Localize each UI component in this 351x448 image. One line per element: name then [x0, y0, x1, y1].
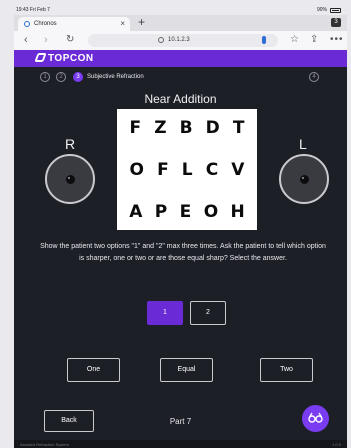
bookmark-star-icon[interactable]: ☆: [290, 34, 299, 45]
status-right: 90%: [317, 7, 341, 13]
left-eye-occluder[interactable]: [279, 154, 329, 204]
site-info-icon: [158, 37, 164, 43]
answer-two-button[interactable]: Two: [260, 358, 313, 382]
footer-system-name: Assisted Refraction System: [20, 442, 69, 447]
tab-count-badge[interactable]: 3: [331, 18, 341, 27]
right-eye-occluder[interactable]: [45, 154, 95, 204]
battery-icon: [330, 7, 341, 13]
chart-letter: A: [129, 202, 143, 222]
left-eye-label: L: [299, 136, 307, 152]
right-eye-label: R: [65, 136, 76, 152]
step-progress: 1 2 3 Subjective Refraction 4: [40, 72, 330, 84]
app-header: TOPCON: [14, 50, 347, 67]
back-arrow-icon[interactable]: ‹: [24, 34, 28, 46]
glasses-action-button[interactable]: [302, 405, 329, 432]
chart-letter: P: [154, 202, 168, 222]
app-footer: Assisted Refraction System 1.0.0: [14, 440, 347, 448]
forward-arrow-icon[interactable]: ›: [44, 34, 48, 46]
brand-name: TOPCON: [48, 53, 94, 64]
browser-tab-strip: Chronos × + 3: [14, 15, 347, 31]
browser-tab[interactable]: Chronos ×: [18, 17, 130, 31]
url-text: 10.1.2.3: [168, 37, 190, 43]
browser-tab-title: Chronos: [34, 21, 57, 27]
step-label: Subjective Refraction: [87, 74, 144, 80]
chart-row-2: O F L C V: [117, 155, 257, 185]
chart-letter: H: [230, 202, 245, 222]
chart-letter: O: [129, 160, 144, 180]
url-field[interactable]: 10.1.2.3: [88, 34, 278, 47]
answer-equal-button[interactable]: Equal: [160, 358, 213, 382]
browser-address-bar: ‹ › ↻ 10.1.2.3 ☆ ⇪ •••: [14, 31, 347, 50]
chart-letter: F: [129, 118, 142, 138]
left-eye-pupil: [300, 175, 309, 184]
chart-letter: L: [181, 160, 193, 180]
step-1[interactable]: 1: [40, 72, 50, 82]
screen-frame: 19:43 Fri Feb 7 90% Chronos × + 3 ‹ › ↻ …: [0, 0, 351, 448]
chart-letter: C: [205, 160, 219, 180]
part-indicator: Part 7: [169, 417, 192, 426]
page-title: Near Addition: [144, 92, 217, 106]
step-3[interactable]: 3: [73, 72, 83, 82]
brand-mark-icon: [34, 53, 47, 62]
more-menu-icon[interactable]: •••: [330, 34, 344, 45]
instructions-text: Show the patient two options "1" and "2"…: [40, 243, 326, 262]
new-tab-icon[interactable]: +: [138, 15, 145, 29]
right-eye-pupil: [66, 175, 75, 184]
chart-row-1: F Z B D T: [117, 113, 257, 143]
chart-letter: B: [179, 118, 193, 138]
option-1-button[interactable]: 1: [147, 301, 183, 325]
reload-icon[interactable]: ↻: [66, 34, 74, 45]
chart-letter: V: [231, 160, 245, 180]
app-main: TOPCON 1 2 3 Subjective Refraction 4 Nea…: [14, 50, 347, 440]
option-2-button[interactable]: 2: [190, 301, 226, 325]
glasses-icon: [308, 412, 323, 423]
footer-version: 1.0.0: [332, 442, 341, 447]
status-bar: 19:43 Fri Feb 7 90%: [14, 6, 347, 15]
favicon-icon: [24, 21, 30, 27]
share-icon[interactable]: ⇪: [310, 34, 318, 45]
chart-letter: Z: [154, 118, 167, 138]
step-2[interactable]: 2: [56, 72, 66, 82]
chart-row-3: A P E O H: [117, 197, 257, 227]
brand-logo: TOPCON: [34, 53, 94, 64]
step-4[interactable]: 4: [309, 72, 319, 82]
status-time: 19:43 Fri Feb 7: [16, 7, 50, 13]
microphone-icon[interactable]: [262, 36, 266, 44]
near-vision-chart: F Z B D T O F L C V A P E O H: [117, 109, 257, 230]
battery-percent: 90%: [316, 7, 327, 13]
close-tab-icon[interactable]: ×: [120, 19, 125, 28]
chart-letter: F: [157, 160, 169, 180]
chart-letter: D: [205, 118, 220, 138]
chart-letter: O: [203, 202, 219, 222]
chart-letter: E: [179, 202, 192, 222]
chart-letter: T: [232, 118, 245, 138]
answer-one-button[interactable]: One: [67, 358, 120, 382]
